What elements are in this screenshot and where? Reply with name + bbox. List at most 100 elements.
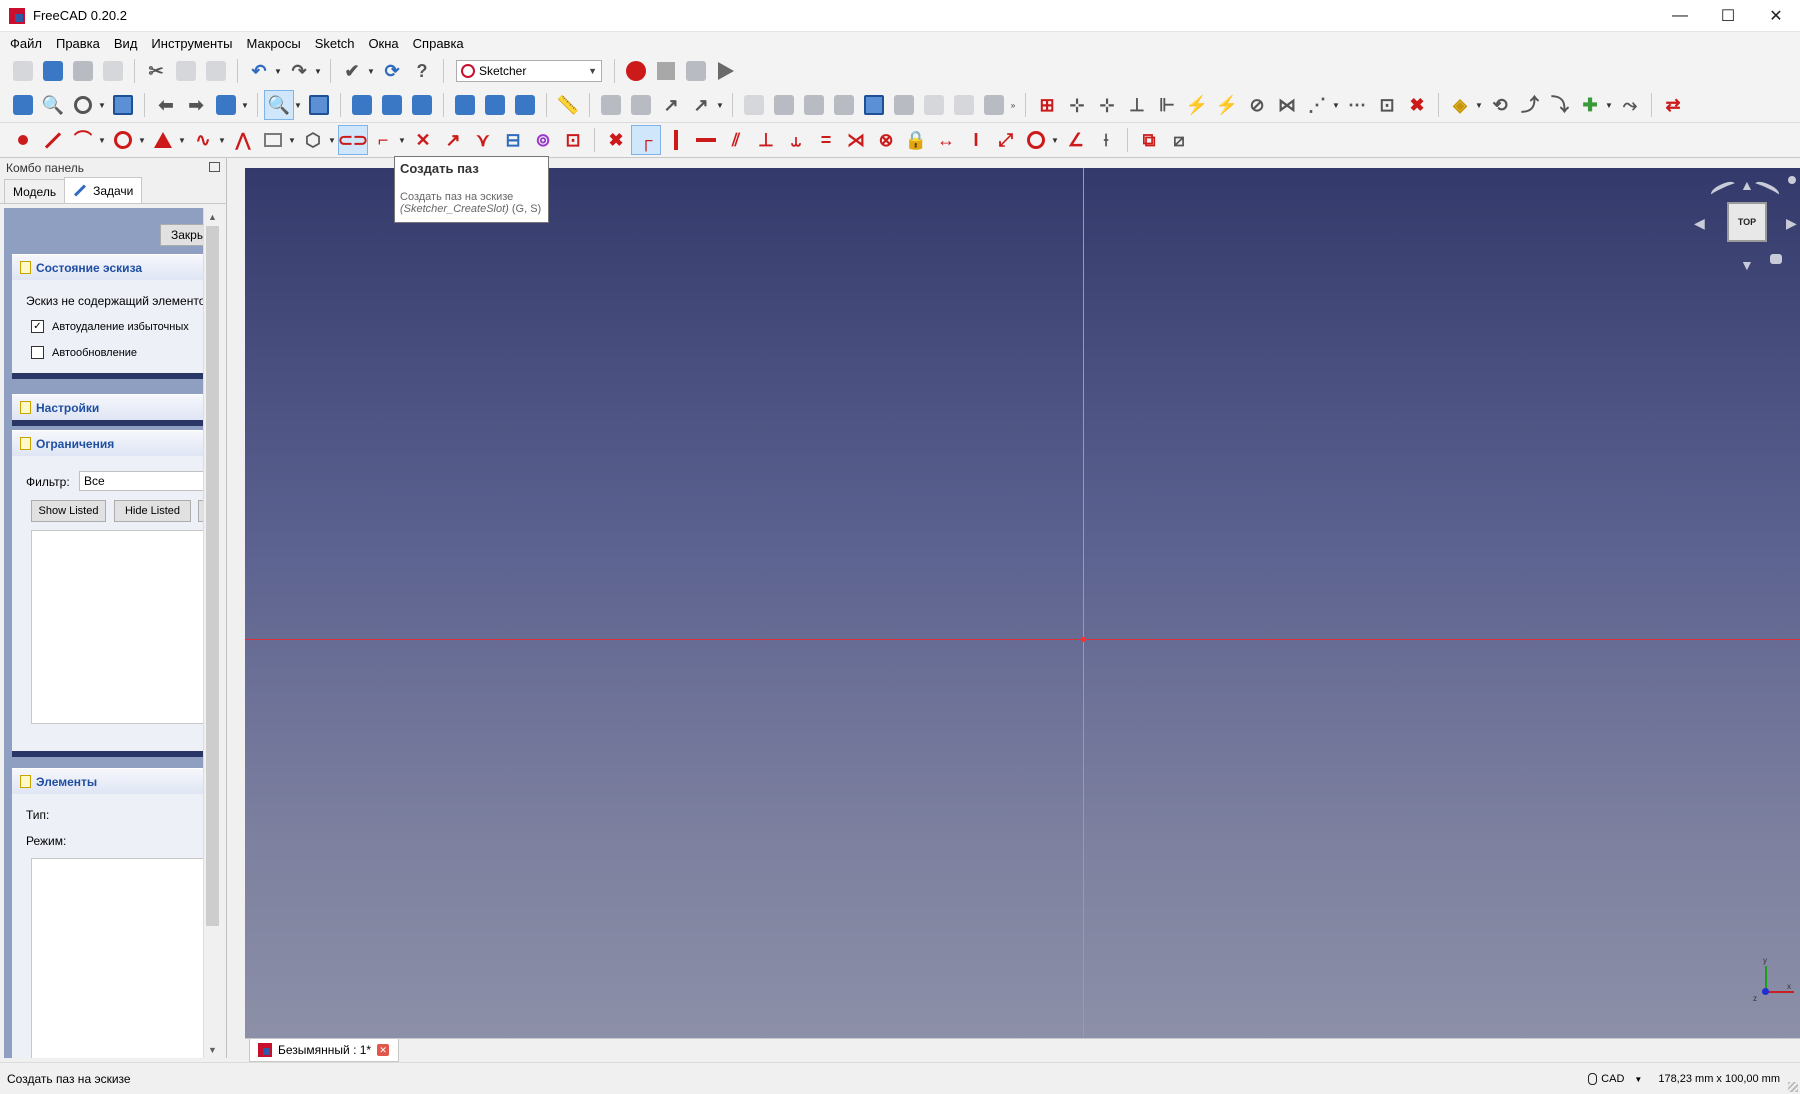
maximize-button[interactable]: ☐ — [1704, 0, 1752, 32]
constrain-horizontal-button[interactable] — [691, 125, 721, 155]
create-link-button[interactable]: ↗ — [656, 90, 686, 120]
undo-button[interactable]: ↶ — [244, 56, 274, 86]
toggle-active-button[interactable]: ⧄ — [1164, 125, 1194, 155]
3d-view[interactable]: ▲ ◀ ▶ ▼ TOP y x z — [245, 168, 1800, 1094]
knot-dropdown-icon[interactable]: ▼ — [1605, 90, 1613, 120]
constrain-refraction-button[interactable]: ⟊ — [1091, 125, 1121, 155]
rear-view-button[interactable] — [450, 90, 480, 120]
redo-button[interactable]: ↷ — [284, 56, 314, 86]
scroll-thumb[interactable] — [206, 226, 219, 926]
constrain-block-button[interactable]: ⊗ — [871, 125, 901, 155]
macro-edit-button[interactable] — [681, 56, 711, 86]
decrease-degree-button[interactable]: ⤵ — [1545, 90, 1575, 120]
create-group-button[interactable] — [626, 90, 656, 120]
toggle-driving-button[interactable]: ⧉ — [1134, 125, 1164, 155]
create-conic-button[interactable] — [148, 125, 178, 155]
new-document-button[interactable] — [8, 56, 38, 86]
macro-run-button[interactable] — [711, 56, 741, 86]
knot-multiplicity-button[interactable]: ✚ — [1575, 90, 1605, 120]
rotate-right-icon[interactable] — [1753, 178, 1781, 200]
leave-sketch-button[interactable] — [739, 90, 769, 120]
whats-this-button[interactable]: ? — [407, 56, 437, 86]
create-polygon-button[interactable]: ⬡ — [298, 125, 328, 155]
clone-dropdown-icon[interactable]: ▼ — [1332, 90, 1340, 120]
select-vertical-axis-button[interactable]: ⊹ — [1092, 90, 1122, 120]
construction-mode-button[interactable]: ⊡ — [558, 125, 588, 155]
isometric-view-button[interactable] — [304, 90, 334, 120]
save-button[interactable] — [68, 56, 98, 86]
create-fillet-button[interactable]: ⌐ — [368, 125, 398, 155]
create-part-button[interactable] — [596, 90, 626, 120]
refresh-button[interactable]: ⟳ — [377, 56, 407, 86]
circle-dropdown-icon[interactable]: ▼ — [138, 125, 146, 155]
join-curves-button[interactable]: ⤳ — [1615, 90, 1645, 120]
constrain-perpendicular-button[interactable]: ⊥ — [751, 125, 781, 155]
draw-style-dropdown-icon[interactable]: ▼ — [98, 90, 106, 120]
constrain-angle-button[interactable]: ∠ — [1061, 125, 1091, 155]
select-horizontal-axis-button[interactable]: ⊥ — [1122, 90, 1152, 120]
forward-button[interactable]: ➡ — [181, 90, 211, 120]
merge-sketches-button[interactable] — [919, 90, 949, 120]
minimize-button[interactable]: — — [1656, 0, 1704, 32]
recompute-checkbox-button[interactable]: ✔ — [337, 56, 367, 86]
close-document-icon[interactable]: ✕ — [377, 1044, 390, 1056]
polygon-dropdown-icon[interactable]: ▼ — [328, 125, 336, 155]
menu-tools[interactable]: Инструменты — [144, 36, 239, 51]
back-button[interactable]: ⬅ — [151, 90, 181, 120]
show-hide-geometry-button[interactable]: ⊘ — [1242, 90, 1272, 120]
navcube-top-face[interactable]: TOP — [1727, 202, 1767, 242]
constrain-radius-button[interactable] — [1021, 125, 1051, 155]
open-button[interactable] — [38, 56, 68, 86]
nav-right-icon[interactable]: ▶ — [1786, 216, 1797, 230]
sync-view-button[interactable] — [211, 90, 241, 120]
scroll-down-icon[interactable]: ▼ — [204, 1041, 221, 1058]
view-menu-button[interactable]: 🔍 — [264, 90, 294, 120]
nav-down-icon[interactable]: ▼ — [1740, 258, 1754, 272]
panel-constraints-header[interactable]: Ограничения — [12, 430, 203, 456]
create-rectangle-button[interactable] — [258, 125, 288, 155]
symmetry-button[interactable]: ⋈ — [1272, 90, 1302, 120]
menu-macros[interactable]: Макросы — [239, 36, 307, 51]
rectangle-dropdown-icon[interactable]: ▼ — [288, 125, 296, 155]
create-point-button[interactable] — [8, 125, 38, 155]
clone-button[interactable]: ⋰ — [1302, 90, 1332, 120]
bounding-box-button[interactable] — [108, 90, 138, 120]
extend-edge-button[interactable]: ↗ — [438, 125, 468, 155]
top-view-button[interactable] — [377, 90, 407, 120]
left-view-button[interactable] — [510, 90, 540, 120]
draw-style-button[interactable] — [68, 90, 98, 120]
increase-degree-button[interactable]: ⤴ — [1515, 90, 1545, 120]
link-dropdown-icon[interactable]: ▼ — [716, 90, 724, 120]
remove-axes-alignment-button[interactable]: ⊡ — [1372, 90, 1402, 120]
convert-bspline-button[interactable]: ⟲ — [1485, 90, 1515, 120]
auto-update-checkbox[interactable] — [31, 346, 44, 359]
resize-grip-icon[interactable] — [1788, 1082, 1798, 1092]
macro-stop-button[interactable] — [651, 56, 681, 86]
create-bspline-button[interactable]: ∿ — [188, 125, 218, 155]
bspline-button[interactable]: ◈ — [1445, 90, 1475, 120]
bottom-view-button[interactable] — [480, 90, 510, 120]
constrain-vertical-distance-button[interactable]: I — [961, 125, 991, 155]
select-redundant-button[interactable]: ⊩ — [1152, 90, 1182, 120]
redo-dropdown-icon[interactable]: ▼ — [314, 56, 322, 86]
constraints-list[interactable] — [31, 530, 203, 724]
view-sketch-button[interactable] — [769, 90, 799, 120]
macro-record-button[interactable] — [621, 56, 651, 86]
stop-operation-button[interactable] — [979, 90, 1009, 120]
rotate-left-icon[interactable] — [1709, 178, 1737, 200]
bspline-dropdown-icon[interactable]: ▼ — [1475, 90, 1483, 120]
split-edge-button[interactable]: ⋎ — [468, 125, 498, 155]
menu-view[interactable]: Вид — [107, 36, 145, 51]
sync-dropdown-icon[interactable]: ▼ — [241, 90, 249, 120]
rectangular-array-button[interactable]: ⋯ — [1342, 90, 1372, 120]
delete-all-geometry-button[interactable]: ✖ — [1402, 90, 1432, 120]
hide-listed-button[interactable]: Hide Listed — [114, 500, 191, 522]
view-section-button[interactable] — [799, 90, 829, 120]
panel-elements-header[interactable]: Элементы — [12, 768, 203, 794]
link-actions-button[interactable]: ↗ — [686, 90, 716, 120]
trim-edge-button[interactable]: ✕ — [408, 125, 438, 155]
conic-dropdown-icon[interactable]: ▼ — [178, 125, 186, 155]
right-view-button[interactable] — [407, 90, 437, 120]
tab-tasks[interactable]: Задачи — [64, 177, 143, 203]
panel-settings-header[interactable]: Настройки — [12, 394, 203, 420]
